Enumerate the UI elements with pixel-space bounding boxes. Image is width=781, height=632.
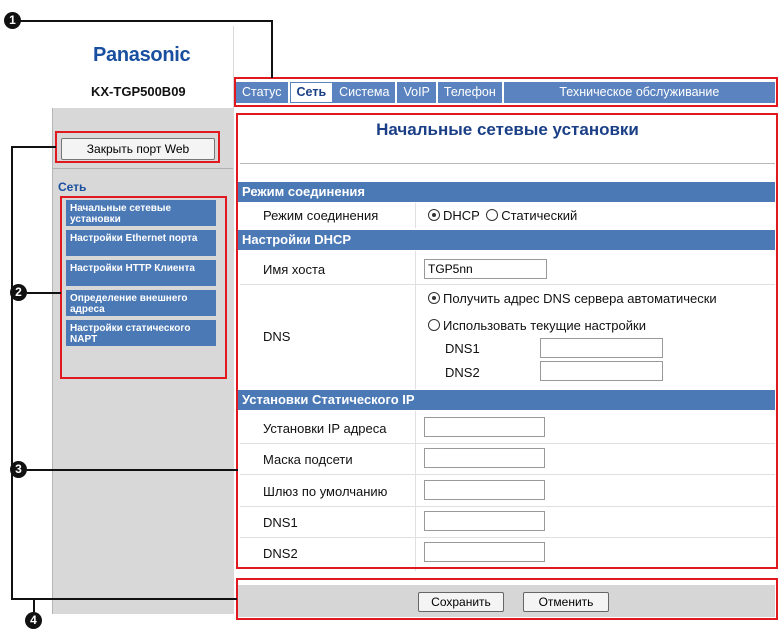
static-dns1-input[interactable] — [424, 511, 545, 531]
sidebar-item-external-address[interactable]: Определение внешнего адреса — [66, 290, 216, 316]
dns-manual-option: Использовать текущие настройки — [428, 318, 646, 333]
callout-line-1-drop — [271, 20, 273, 78]
brand-logo: Panasonic — [93, 44, 191, 66]
tab-telephone[interactable]: Телефон — [438, 82, 504, 103]
radio-static[interactable] — [486, 209, 499, 221]
row-divider — [240, 443, 775, 444]
dns-label: DNS — [263, 329, 291, 344]
sidebar-item-http-client[interactable]: Настройки HTTP Клиента — [66, 260, 216, 286]
sidebar-menu: Начальные сетевые установки Настройки Et… — [66, 200, 216, 350]
connection-mode-options: DHCP Статический — [428, 208, 577, 223]
tab-system[interactable]: Система — [333, 82, 398, 103]
dhcp-dns2-input[interactable] — [540, 361, 663, 381]
row-divider — [240, 537, 775, 538]
column-divider — [415, 251, 416, 389]
dns-auto-label: Получить адрес DNS сервера автоматически — [443, 291, 717, 306]
dns1-label: DNS1 — [445, 341, 480, 356]
static-dns1-label: DNS1 — [263, 515, 298, 530]
callout-bracket-4-top — [11, 146, 56, 148]
section-header-dhcp: Настройки DHCP — [238, 230, 775, 250]
callout-line-4 — [33, 600, 35, 612]
section-header-static-ip: Установки Статического IP — [238, 390, 775, 410]
title-divider — [240, 163, 775, 164]
ip-address-input[interactable] — [424, 417, 545, 437]
callout-line-2 — [27, 292, 61, 294]
model-name: KX-TGP500B09 — [91, 84, 186, 99]
row-divider — [240, 506, 775, 507]
default-gateway-label: Шлюз по умолчанию — [263, 484, 388, 499]
row-divider — [240, 284, 775, 285]
tab-bar: Статус Сеть Система VoIP Телефон Техниче… — [236, 82, 775, 103]
column-divider — [415, 203, 416, 228]
static-dns2-label: DNS2 — [263, 546, 298, 561]
radio-dhcp-label: DHCP — [443, 208, 480, 223]
close-web-port-button[interactable]: Закрыть порт Web — [61, 138, 215, 160]
callout-bracket-4-bottom — [11, 598, 237, 600]
sidebar-item-static-napt[interactable]: Настройки статического NAPT — [66, 320, 216, 346]
dns-manual-label: Использовать текущие настройки — [443, 318, 646, 333]
dns2-label: DNS2 — [445, 365, 480, 380]
section-header-connection-mode: Режим соединения — [238, 182, 775, 202]
column-divider — [415, 411, 416, 571]
sidebar-divider — [52, 168, 233, 169]
footer-bar — [238, 585, 775, 617]
radio-dns-auto[interactable] — [428, 292, 440, 304]
row-divider — [240, 474, 775, 475]
tab-status[interactable]: Статус — [236, 82, 290, 103]
tab-network[interactable]: Сеть — [289, 82, 334, 103]
dns-auto-option: Получить адрес DNS сервера автоматически — [428, 291, 717, 306]
subnet-mask-input[interactable] — [424, 448, 545, 468]
callout-4: 4 — [25, 612, 42, 629]
callout-line-3 — [27, 469, 238, 471]
callout-3: 3 — [10, 461, 27, 478]
hostname-input[interactable]: TGP5nn — [424, 259, 547, 279]
callout-bracket-4 — [11, 146, 13, 600]
tab-maintenance[interactable]: Техническое обслуживание — [504, 82, 775, 103]
dhcp-dns1-input[interactable] — [540, 338, 663, 358]
sidebar-item-ethernet-port[interactable]: Настройки Ethernet порта — [66, 230, 216, 256]
radio-static-label: Статический — [501, 208, 578, 223]
callout-1: 1 — [4, 12, 21, 29]
callout-line-1 — [20, 20, 272, 22]
sidebar-section-title: Сеть — [58, 180, 87, 194]
cancel-button[interactable]: Отменить — [523, 592, 609, 612]
radio-dhcp[interactable] — [428, 209, 440, 221]
save-button[interactable]: Сохранить — [418, 592, 504, 612]
tab-voip[interactable]: VoIP — [397, 82, 438, 103]
sidebar-item-basic-network[interactable]: Начальные сетевые установки — [66, 200, 216, 226]
static-dns2-input[interactable] — [424, 542, 545, 562]
subnet-mask-label: Маска подсети — [263, 452, 353, 467]
radio-dns-manual[interactable] — [428, 319, 440, 331]
ip-address-label: Установки IP адреса — [263, 421, 387, 436]
hostname-label: Имя хоста — [263, 262, 326, 277]
connection-mode-label: Режим соединения — [263, 208, 379, 223]
page-title: Начальные сетевые установки — [376, 120, 639, 139]
callout-2: 2 — [10, 284, 27, 301]
default-gateway-input[interactable] — [424, 480, 545, 500]
